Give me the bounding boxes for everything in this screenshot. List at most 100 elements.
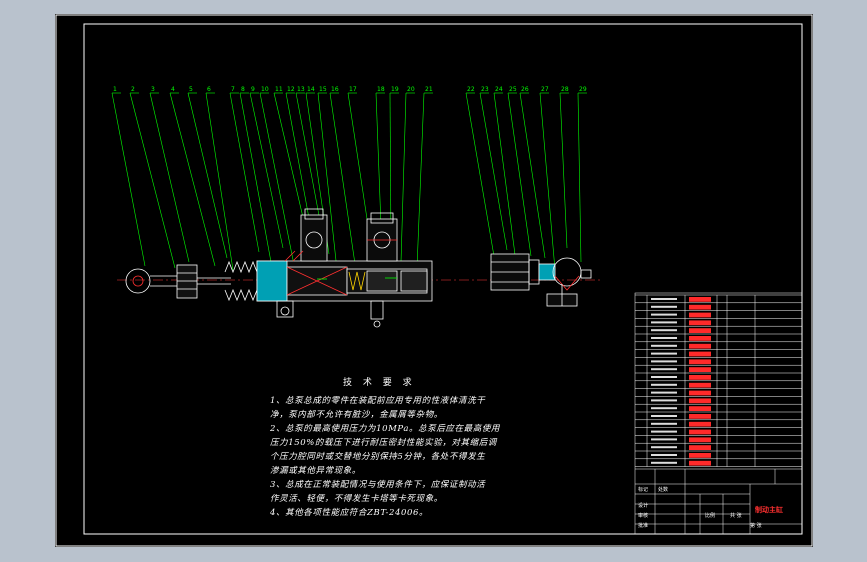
balloon-number: 20	[407, 86, 415, 93]
part-code-mark	[651, 368, 677, 371]
material-cell-mark	[689, 351, 711, 357]
balloon-number: 28	[561, 86, 569, 93]
material-cell-mark	[689, 445, 711, 450]
balloon-number: 27	[541, 86, 549, 93]
leader-line	[493, 92, 518, 271]
leader-line	[249, 92, 284, 249]
leader-line	[507, 92, 532, 257]
tech-req-line: 4、其他各项性能应符合ZBT-24006。	[270, 508, 429, 518]
leader-line	[347, 92, 370, 233]
balloon-number: 23	[481, 86, 489, 93]
reservoir-fitting	[490, 253, 592, 307]
balloon-number: 4	[171, 86, 175, 93]
title-cell: 标记	[638, 487, 649, 493]
part-code-mark	[651, 321, 677, 324]
leader-line	[539, 92, 556, 271]
balloon-number: 15	[319, 86, 327, 93]
part-code-mark	[651, 352, 677, 355]
balloon-number: 5	[189, 86, 193, 93]
leader-line	[187, 92, 228, 259]
tech-req-line: 个压力腔同时或交替地分别保持5分钟，各处不得发生	[270, 452, 486, 462]
part-code-mark	[651, 461, 677, 464]
material-cell-mark	[689, 304, 711, 310]
tech-req-line: 净，泵内部不允许有脏沙，金属屑等杂物。	[270, 410, 443, 420]
balloon-number: 1	[113, 86, 117, 93]
part-code-mark	[651, 438, 677, 441]
tech-requirements-title: 技 术 要 求	[343, 378, 416, 388]
leader-line	[400, 92, 407, 263]
part-code-mark	[651, 337, 677, 339]
material-cell-mark	[689, 336, 711, 341]
material-cell-mark	[689, 460, 711, 466]
leader-line	[129, 92, 176, 269]
balloon-number: 9	[251, 86, 255, 93]
balloon-number: 16	[331, 86, 339, 93]
leader-line	[295, 92, 322, 227]
balloon-number: 18	[377, 86, 385, 93]
balloon-number: 14	[307, 86, 315, 93]
tech-req-line: 2、总泵的最高使用压力为10MPa。总泵后应在最高使用	[270, 424, 501, 434]
drawing-sheet: 1 2 3 4 5 6 7 8 9 10 11 12 13 14 15 16 17 18 19 20 21 22 23 24 2…	[55, 14, 813, 547]
material-cell-mark	[689, 453, 711, 458]
part-code-mark	[651, 422, 677, 425]
material-cell-mark	[689, 437, 711, 443]
part-code-mark	[651, 344, 677, 347]
leader-line	[465, 92, 496, 263]
tech-req-line: 渗漏或其他异常现象。	[270, 466, 362, 476]
part-code-mark	[651, 360, 677, 363]
balloon-number: 24	[495, 86, 503, 93]
material-cell-mark	[689, 406, 711, 411]
balloon-number: 7	[231, 86, 235, 93]
clevis-eye	[125, 268, 151, 294]
part-code-mark	[651, 376, 677, 378]
leader-line	[111, 92, 146, 267]
balloon-number: 11	[275, 86, 283, 93]
part-code-mark	[651, 407, 677, 410]
material-cell-mark	[689, 297, 711, 302]
material-cell-mark	[689, 312, 711, 318]
title-cell: 批准	[638, 523, 649, 529]
part-code-mark	[651, 446, 677, 449]
balloon-number: 25	[509, 86, 517, 93]
leader-line	[559, 92, 568, 249]
title-cell: 设计	[638, 503, 649, 509]
material-cell-mark	[689, 382, 711, 388]
leader-line	[577, 92, 582, 263]
balloon-number: 6	[207, 86, 211, 93]
title-cell: 第 张	[750, 523, 762, 529]
material-cell-mark	[689, 375, 711, 380]
part-code-mark	[651, 399, 677, 402]
title-cell: 审核	[638, 513, 649, 519]
material-cell-mark	[689, 328, 711, 333]
part-code-mark	[651, 391, 677, 394]
tech-req-line: 3、总成在正常装配情况与使用条件下，应保证制动活	[270, 480, 486, 490]
leader-line	[479, 92, 508, 251]
balloon-number: 22	[467, 86, 475, 93]
part-code-mark	[651, 298, 677, 300]
balloon-labels: 1 2 3 4 5 6 7 8 9 10 11 12 13 14 15 16 17 18 19 20 21 22 23 24 2…	[113, 86, 587, 93]
material-cell-mark	[689, 398, 711, 404]
title-cell: 处数	[658, 487, 669, 493]
material-cell-mark	[689, 367, 711, 372]
balloon-number: 12	[287, 86, 295, 93]
leader-line	[375, 92, 382, 227]
material-cell-mark	[689, 414, 711, 419]
material-cell-mark	[689, 320, 711, 326]
leader-line	[205, 92, 234, 271]
part-code-mark	[651, 430, 677, 433]
part-code-mark	[651, 415, 677, 417]
balloon-number: 8	[241, 86, 245, 93]
parts-list-table	[634, 292, 803, 535]
leader-line	[149, 92, 190, 263]
title-cell: 比例	[705, 513, 716, 519]
assembly-drawing: 1 2 3 4 5 6 7 8 9 10 11 12 13 14 15 16 17 18 19 20 21 22 23 24 2…	[55, 14, 813, 547]
leader-lines	[111, 92, 587, 271]
leader-line	[259, 92, 296, 271]
leader-line	[416, 92, 425, 269]
material-cell-mark	[689, 390, 711, 396]
material-cell-mark	[689, 359, 711, 365]
master-cylinder-body	[125, 208, 433, 328]
balloon-number: 3	[151, 86, 155, 93]
drawing-title: 制动主缸	[755, 505, 783, 514]
balloon-number: 29	[579, 86, 587, 93]
